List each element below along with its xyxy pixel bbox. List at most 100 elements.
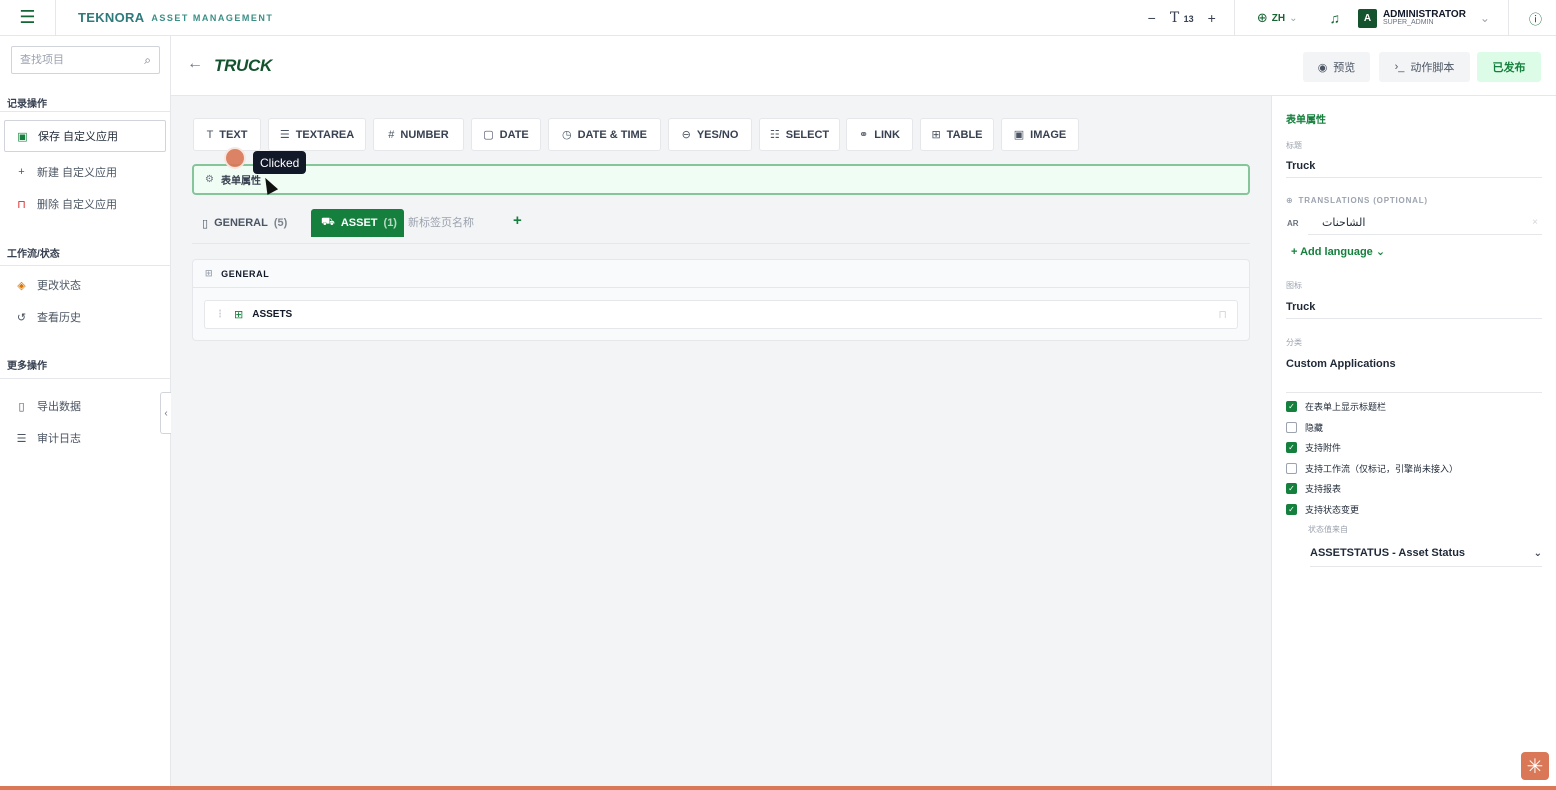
- new-tab-name-input[interactable]: [408, 212, 508, 234]
- click-marker: [224, 147, 246, 169]
- properties-panel: 表单属性 标题 Truck ⊕ TRANSLATIONS (OPTIONAL) …: [1271, 96, 1556, 790]
- icon-field[interactable]: Truck: [1286, 295, 1542, 319]
- section-title-more-actions: 更多操作: [7, 361, 47, 372]
- translations-label: ⊕ TRANSLATIONS (OPTIONAL): [1286, 196, 1428, 205]
- search-input[interactable]: [20, 54, 130, 66]
- category-field-label: 分类: [1286, 338, 1302, 347]
- checkbox-hidden[interactable]: 隐藏: [1286, 421, 1323, 434]
- sidebar-item-delete[interactable]: ⊓ 删除 自定义应用: [4, 188, 166, 220]
- trash-icon[interactable]: ⊓: [1218, 308, 1227, 321]
- eye-icon: ◉: [1317, 61, 1328, 74]
- chevron-down-icon: ⌄: [1289, 12, 1298, 24]
- list-icon: ☰: [16, 432, 27, 445]
- collapse-sidebar-button[interactable]: ‹: [160, 392, 171, 434]
- globe-icon: ⊕: [1286, 196, 1294, 205]
- checkbox-unchecked-icon: [1286, 422, 1297, 433]
- checkbox-show-title-bar[interactable]: ✓ 在表单上显示标题栏: [1286, 400, 1386, 413]
- text-size-control: − T 13 +: [1130, 0, 1235, 36]
- palette-datetime-button[interactable]: ◷ DATE & TIME: [548, 118, 661, 151]
- text-size-indicator: T 13: [1169, 10, 1194, 26]
- hash-icon: #: [388, 128, 395, 141]
- title-field[interactable]: Truck: [1286, 154, 1542, 178]
- divider: [1286, 392, 1542, 393]
- form-tabs: ▯ GENERAL (5) ⛟ ASSET (1) +: [192, 209, 1250, 244]
- language-selector[interactable]: ⊕ ZH ⌄: [1235, 10, 1314, 26]
- palette-yesno-button[interactable]: ⊖ YES/NO: [668, 118, 752, 151]
- decrease-text-size-button[interactable]: −: [1148, 10, 1156, 26]
- increase-text-size-button[interactable]: +: [1208, 10, 1216, 26]
- palette-date-button[interactable]: ▢ DATE: [471, 118, 541, 151]
- checkbox-reports[interactable]: ✓ 支持报表: [1286, 482, 1341, 495]
- status-source-select[interactable]: ASSETSTATUS - Asset Status ⌄: [1310, 540, 1542, 567]
- palette-image-button[interactable]: ▣ IMAGE: [1001, 118, 1079, 151]
- menu-icon[interactable]: ☰: [0, 0, 56, 36]
- plus-icon: +: [18, 166, 25, 178]
- status-source-label: 状态值来自: [1308, 525, 1348, 534]
- published-button[interactable]: 已发布: [1477, 52, 1541, 82]
- click-tooltip: Clicked: [253, 151, 307, 174]
- add-tab-button[interactable]: +: [513, 212, 522, 229]
- sidebar-item-view-history[interactable]: ↺ 查看历史: [4, 301, 166, 333]
- checkbox-attachments[interactable]: ✓ 支持附件: [1286, 441, 1341, 454]
- drag-handle-icon[interactable]: ⋮: [215, 309, 225, 320]
- help-icon[interactable]: ⓘ: [1509, 9, 1556, 28]
- table-icon: ⊞: [234, 309, 244, 321]
- toggle-icon: ⊖: [681, 129, 691, 141]
- palette-link-button[interactable]: ⚭ LINK: [846, 118, 913, 151]
- chevron-down-icon: ⌄: [1479, 11, 1490, 25]
- history-icon: ↺: [16, 311, 27, 324]
- user-menu[interactable]: A ADMINISTRATOR SUPER_ADMIN ⌄: [1356, 0, 1509, 36]
- trash-icon: ⊓: [17, 198, 26, 211]
- save-icon: ▣: [17, 130, 28, 143]
- form-section: ⊞ GENERAL ⋮ ⊞ ASSETS ⊓: [192, 259, 1250, 341]
- chevron-left-icon: ‹: [164, 407, 168, 419]
- checkbox-workflow[interactable]: 支持工作流（仅标记，引擎尚未接入）: [1286, 462, 1458, 475]
- palette-number-button[interactable]: # NUMBER: [373, 118, 464, 151]
- tab-general[interactable]: ▯ GENERAL (5): [192, 209, 305, 237]
- field-row-assets[interactable]: ⋮ ⊞ ASSETS ⊓: [204, 300, 1238, 329]
- sidebar-item-export[interactable]: ▯ 导出数据: [4, 390, 166, 422]
- checkbox-checked-icon: ✓: [1286, 442, 1297, 453]
- action-script-button[interactable]: ›_ 动作脚本: [1379, 52, 1470, 82]
- form-properties-bar[interactable]: ⚙ 表单属性: [192, 164, 1250, 195]
- close-icon[interactable]: ×: [1532, 217, 1538, 228]
- sidebar-item-new[interactable]: + 新建 自定义应用: [4, 156, 166, 188]
- search-box: ⌕: [11, 46, 160, 74]
- search-icon[interactable]: ⌕: [144, 53, 151, 68]
- grid-icon: ⊞: [205, 268, 214, 278]
- assistant-logo-icon[interactable]: ✳: [1521, 752, 1549, 780]
- palette-textarea-button[interactable]: ☰ TEXTAREA: [268, 118, 366, 151]
- user-name: ADMINISTRATOR: [1382, 8, 1466, 20]
- checkbox-status-change[interactable]: ✓ 支持状态变更: [1286, 503, 1359, 516]
- title-field-label: 标题: [1286, 141, 1302, 150]
- divider: [0, 265, 170, 266]
- back-arrow-icon[interactable]: ←: [187, 55, 203, 73]
- truck-icon: ⛟: [321, 216, 335, 228]
- shield-icon: ◈: [17, 279, 26, 292]
- palette-table-button[interactable]: ⊞ TABLE: [920, 118, 994, 151]
- sliders-icon: ⚙: [205, 174, 214, 185]
- palette-text-button[interactable]: T TEXT: [193, 118, 261, 151]
- page-header: ← TRUCK ◉ 预览 ›_ 动作脚本 已发布: [171, 36, 1556, 96]
- sidebar-item-change-status[interactable]: ◈ 更改状态: [4, 269, 166, 301]
- avatar: A: [1357, 8, 1377, 28]
- icon-field-label: 图标: [1286, 281, 1302, 290]
- bell-icon[interactable]: ♫: [1313, 10, 1356, 26]
- sidebar-item-audit-log[interactable]: ☰ 审计日志: [4, 422, 166, 454]
- palette-select-button[interactable]: ☷ SELECT: [759, 118, 840, 151]
- category-field[interactable]: Custom Applications: [1286, 352, 1542, 376]
- translation-input-ar[interactable]: الشاحنات ×: [1308, 211, 1542, 235]
- divider: [0, 378, 170, 379]
- sidebar-item-save[interactable]: ▣ 保存 自定义应用: [4, 120, 166, 152]
- tab-asset[interactable]: ⛟ ASSET (1): [311, 209, 404, 237]
- checkbox-checked-icon: ✓: [1286, 401, 1297, 412]
- brand-subtitle: ASSET MANAGEMENT: [151, 12, 274, 23]
- section-header[interactable]: ⊞ GENERAL: [193, 260, 1249, 288]
- document-icon: ▯: [18, 400, 25, 413]
- properties-title: 表单属性: [1286, 115, 1326, 126]
- document-icon: ▯: [202, 217, 209, 230]
- checkbox-unchecked-icon: [1286, 463, 1297, 474]
- preview-button[interactable]: ◉ 预览: [1303, 52, 1370, 82]
- add-language-button[interactable]: + Add language ⌄: [1291, 245, 1385, 258]
- globe-icon: ⊕: [1256, 10, 1268, 25]
